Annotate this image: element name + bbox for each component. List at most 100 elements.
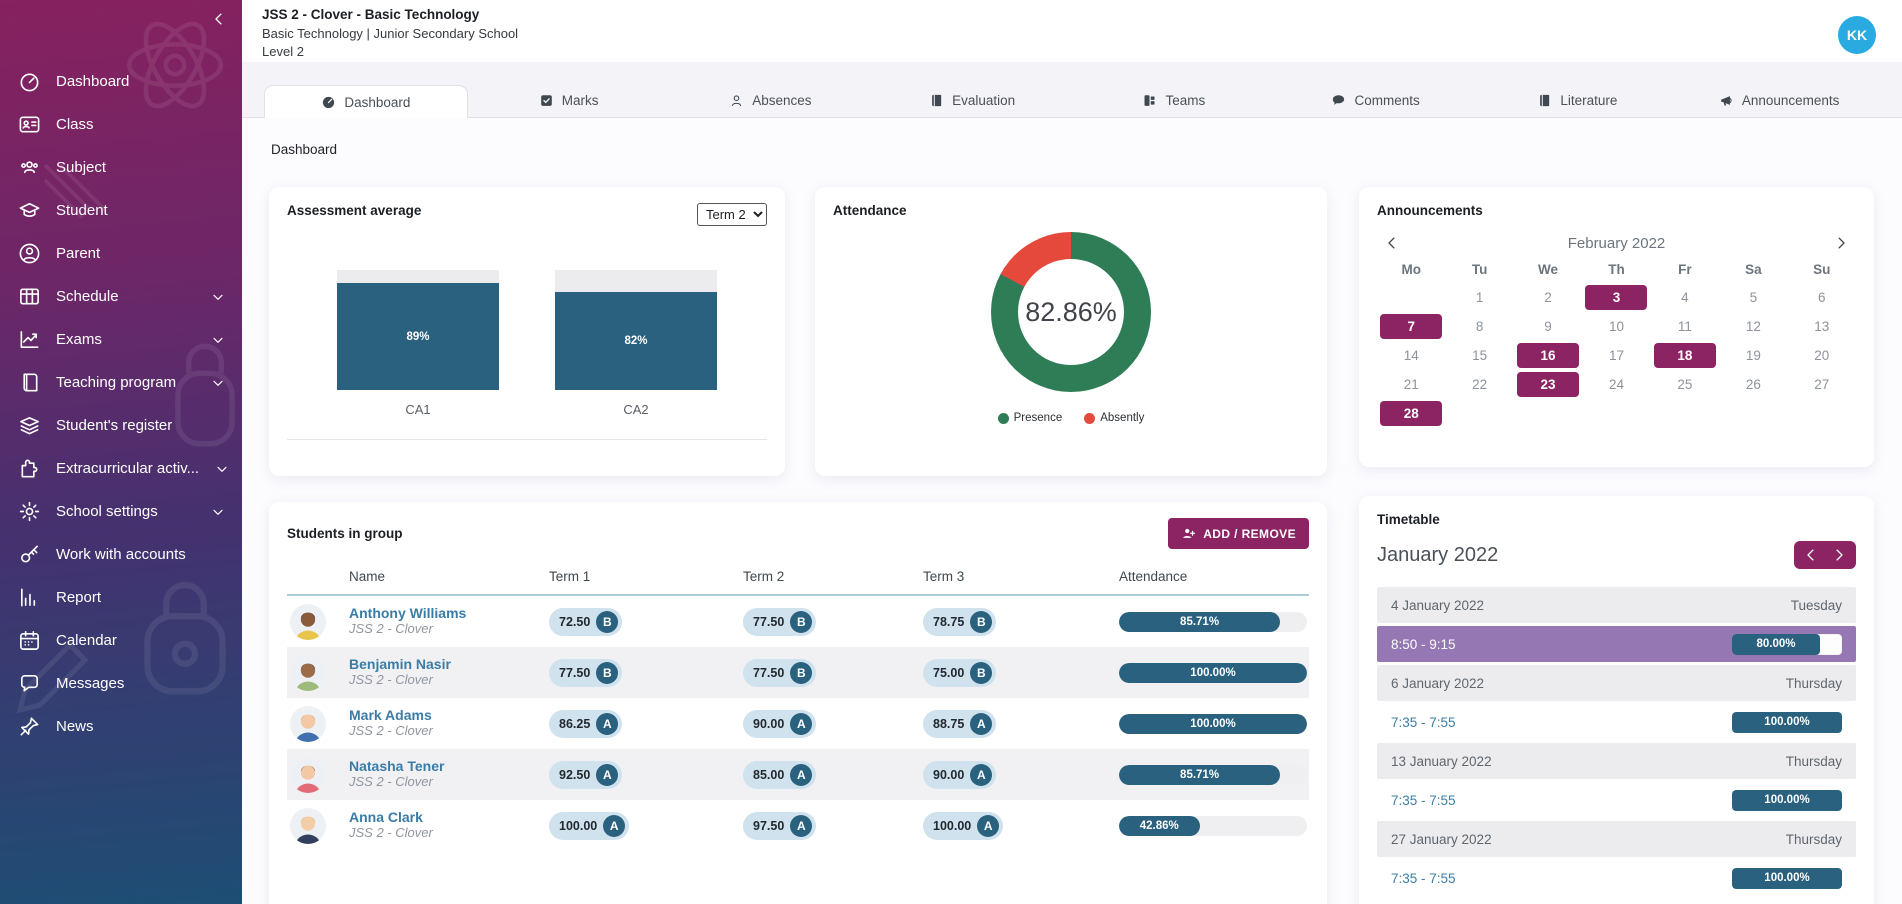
add-remove-button[interactable]: ADD / REMOVE: [1168, 518, 1309, 549]
sidebar-item-teaching-program[interactable]: Teaching program: [0, 361, 242, 404]
sidebar-item-dashboard[interactable]: Dashboard: [0, 60, 242, 103]
page-header-level: Level 2: [262, 44, 1902, 61]
calendar-date-7[interactable]: 7: [1377, 314, 1445, 339]
sidebar-collapse-button[interactable]: [210, 10, 232, 32]
calendar-next-button[interactable]: [1832, 234, 1850, 252]
sidebar-menu: DashboardClassSubjectStudentParentSchedu…: [0, 0, 242, 748]
sidebar-item-class[interactable]: Class: [0, 103, 242, 146]
sidebar-item-exams[interactable]: Exams: [0, 318, 242, 361]
calendar-date-13[interactable]: 13: [1788, 314, 1856, 339]
sidebar-item-student-s-register[interactable]: Student's register: [0, 404, 242, 447]
tab-comments[interactable]: Comments: [1275, 84, 1477, 117]
calendar-date-14[interactable]: 14: [1377, 343, 1445, 368]
calendar-date-1[interactable]: 1: [1445, 285, 1513, 310]
sidebar-item-label: Calendar: [56, 632, 117, 649]
timetable-time-link[interactable]: 7:35 - 7:55: [1391, 871, 1456, 886]
student-name-link[interactable]: Benjamin Nasir: [349, 656, 549, 673]
sidebar-item-student[interactable]: Student: [0, 189, 242, 232]
calendar-date-26[interactable]: 26: [1719, 372, 1787, 397]
score-value: 86.25: [559, 717, 590, 731]
calendar-highlighted-date[interactable]: 18: [1654, 343, 1716, 368]
student-name-link[interactable]: Natasha Tener: [349, 758, 549, 775]
calendar-date-2[interactable]: 2: [1514, 285, 1582, 310]
score-value: 88.75: [933, 717, 964, 731]
tab-marks[interactable]: Marks: [468, 84, 670, 117]
tab-label: Dashboard: [344, 95, 410, 110]
student-name-link[interactable]: Anthony Williams: [349, 605, 549, 622]
calendar-highlighted-date[interactable]: 23: [1517, 372, 1579, 397]
sidebar-item-parent[interactable]: Parent: [0, 232, 242, 275]
calendar-date-21[interactable]: 21: [1377, 372, 1445, 397]
key-icon: [18, 543, 41, 566]
tab-literature[interactable]: Literature: [1477, 84, 1679, 117]
student-name-link[interactable]: Anna Clark: [349, 809, 549, 826]
calendar-date-11[interactable]: 11: [1651, 314, 1719, 339]
score-value: 77.50: [753, 615, 784, 629]
calendar-empty-cell: [1445, 401, 1513, 426]
tab-announcements[interactable]: Announcements: [1678, 84, 1880, 117]
student-cell: Anna ClarkJSS 2 - Clover: [349, 809, 549, 843]
calendar-date-17[interactable]: 17: [1582, 343, 1650, 368]
timetable-next-button[interactable]: [1830, 546, 1848, 564]
timetable-time-link[interactable]: 7:35 - 7:55: [1391, 793, 1456, 808]
calendar-date-10[interactable]: 10: [1582, 314, 1650, 339]
student-cell: Benjamin NasirJSS 2 - Clover: [349, 656, 549, 690]
grade-badge: A: [790, 815, 812, 837]
calendar-date-4[interactable]: 4: [1651, 285, 1719, 310]
term-selector[interactable]: Term 2: [697, 203, 767, 226]
sidebar-item-subject[interactable]: Subject: [0, 146, 242, 189]
column-header-term-3: Term 3: [923, 569, 1119, 584]
page-header-title: JSS 2 - Clover - Basic Technology: [262, 6, 1902, 24]
score-value: 92.50: [559, 768, 590, 782]
calendar-highlighted-date[interactable]: 3: [1585, 285, 1647, 310]
grade-badge: B: [970, 611, 992, 633]
tab-evaluation[interactable]: Evaluation: [871, 84, 1073, 117]
tab-absences[interactable]: Absences: [670, 84, 872, 117]
calendar-date-15[interactable]: 15: [1445, 343, 1513, 368]
timetable-weekday: Tuesday: [1791, 598, 1842, 613]
calendar-highlighted-date[interactable]: 16: [1517, 343, 1579, 368]
sidebar-item-news[interactable]: News: [0, 705, 242, 748]
calendar-day-header: Fr: [1651, 262, 1719, 277]
tab-bar: Dashboard MarksAbsencesEvaluationTeamsCom…: [242, 62, 1902, 118]
calendar-date-20[interactable]: 20: [1788, 343, 1856, 368]
avatar: [289, 654, 327, 692]
calendar-prev-button[interactable]: [1383, 234, 1401, 252]
student-name-link[interactable]: Mark Adams: [349, 707, 549, 724]
tab-teams[interactable]: Teams: [1073, 84, 1275, 117]
tab-dashboard[interactable]: Dashboard: [264, 85, 468, 118]
sidebar-item-label: School settings: [56, 503, 158, 520]
sidebar: DashboardClassSubjectStudentParentSchedu…: [0, 0, 242, 904]
calendar-date-28[interactable]: 28: [1377, 401, 1445, 426]
calendar-date-19[interactable]: 19: [1719, 343, 1787, 368]
calendar-date-23[interactable]: 23: [1514, 372, 1582, 397]
sidebar-item-school-settings[interactable]: School settings: [0, 490, 242, 533]
sidebar-item-messages[interactable]: Messages: [0, 662, 242, 705]
calendar-date-25[interactable]: 25: [1651, 372, 1719, 397]
calendar-date-12[interactable]: 12: [1719, 314, 1787, 339]
calendar-date-5[interactable]: 5: [1719, 285, 1787, 310]
calendar-date-22[interactable]: 22: [1445, 372, 1513, 397]
calendar-date-24[interactable]: 24: [1582, 372, 1650, 397]
sidebar-item-work-with-accounts[interactable]: Work with accounts: [0, 533, 242, 576]
timetable-prev-button[interactable]: [1802, 546, 1820, 564]
calendar-date-8[interactable]: 8: [1445, 314, 1513, 339]
term-1-cell: 86.25A: [549, 710, 743, 738]
sidebar-item-calendar[interactable]: Calendar: [0, 619, 242, 662]
breadcrumb: Dashboard: [271, 142, 1874, 157]
sidebar-item-extracurricular-activ[interactable]: Extracurricular activ...: [0, 447, 242, 490]
attendance-progress-bar: 85.71%: [1119, 765, 1307, 785]
sidebar-item-report[interactable]: Report: [0, 576, 242, 619]
calendar-date-16[interactable]: 16: [1514, 343, 1582, 368]
timetable-time-link[interactable]: 7:35 - 7:55: [1391, 715, 1456, 730]
calendar-highlighted-date[interactable]: 28: [1380, 401, 1442, 426]
user-avatar[interactable]: KK: [1838, 16, 1876, 54]
calendar-date-6[interactable]: 6: [1788, 285, 1856, 310]
calendar-highlighted-date[interactable]: 7: [1380, 314, 1442, 339]
calendar-date-9[interactable]: 9: [1514, 314, 1582, 339]
sidebar-item-schedule[interactable]: Schedule: [0, 275, 242, 318]
calendar-date-3[interactable]: 3: [1582, 285, 1650, 310]
timetable-time-link[interactable]: 8:50 - 9:15: [1391, 637, 1456, 652]
calendar-date-27[interactable]: 27: [1788, 372, 1856, 397]
calendar-date-18[interactable]: 18: [1651, 343, 1719, 368]
